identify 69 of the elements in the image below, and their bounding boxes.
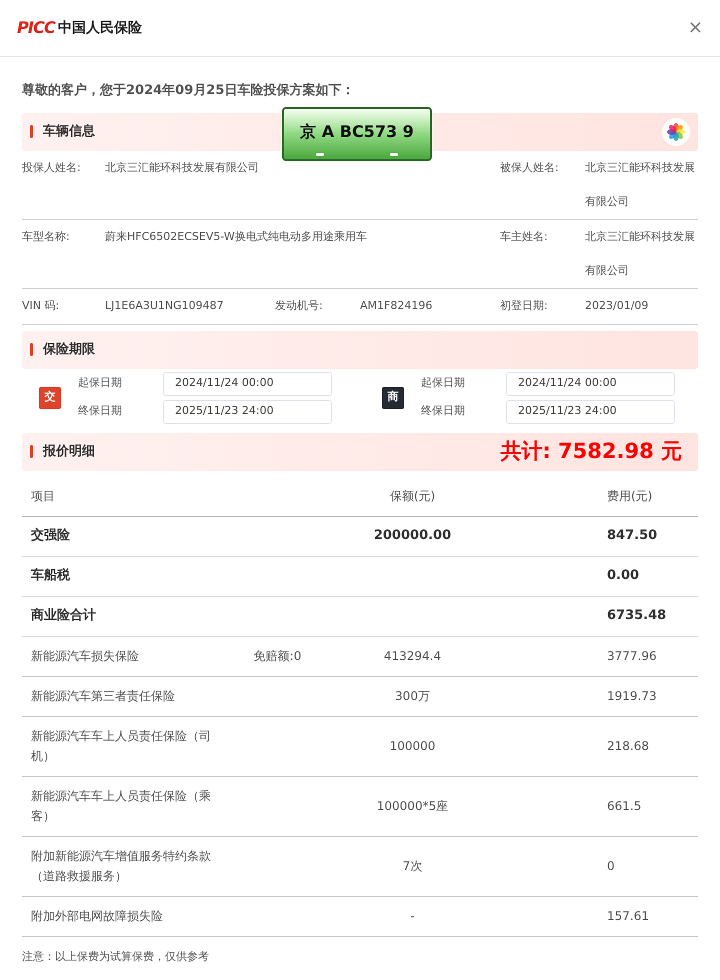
logo-mark: PICC — [17, 17, 55, 39]
field-value: 北京三汇能环科技发展有限公司 — [105, 160, 259, 176]
photos-icon[interactable] — [662, 118, 690, 146]
item-cell-text: 新能源汽车车上人员责任保险（乘客） — [30, 788, 212, 825]
item-cell-text: 新能源汽车损失保险 — [30, 648, 140, 665]
accent-bar-icon — [30, 125, 33, 138]
total-amount: 共计: 7582.98 元 — [500, 438, 682, 465]
license-plate: 京 A BC573 9 — [282, 106, 432, 160]
field-value: 蔚来HFC6502ECSEV5-W换电式纯电动多用途乘用车 — [105, 228, 367, 244]
item-cell-text: 商业险合计 — [30, 606, 97, 625]
deductible-cell-text: 免赔额:0 — [252, 648, 302, 665]
item-cell-text: 附加外部电网故障损失险 — [30, 908, 164, 925]
field-value: 2023/01/09 — [585, 298, 650, 314]
field-label: 车型名称: — [22, 228, 71, 244]
amount-cell-text: 413294.4 — [382, 648, 442, 665]
amount-cell-text: - — [409, 908, 416, 925]
logo-text: 中国人民保险 — [58, 18, 142, 38]
greeting-text: 尊敬的客户，您于2024年09月25日车险投保方案如下： — [22, 82, 356, 100]
fee-cell-text: 6735.48 — [606, 607, 668, 626]
date-field[interactable]: 2024/11/24 00:00 — [163, 372, 332, 396]
section-title: 车辆信息 — [43, 122, 95, 141]
column-header: 保额(元) — [388, 488, 436, 505]
field-label: 被保人姓名: — [500, 160, 560, 176]
date-label: 起保日期 — [421, 375, 466, 392]
field-label: 车主姓名: — [500, 228, 549, 244]
date-label: 终保日期 — [78, 403, 123, 420]
accent-bar-icon — [30, 445, 33, 458]
column-header: 费用(元) — [606, 488, 654, 505]
column-header: 项目 — [30, 488, 56, 505]
field-label: 初登日期: — [500, 298, 549, 314]
amount-cell-text: 100000*5座 — [376, 798, 450, 815]
bolt-icon — [316, 152, 324, 156]
policy-badge: 交 — [39, 386, 61, 408]
item-cell-text: 新能源汽车车上人员责任保险（司机） — [30, 728, 212, 765]
date-label: 起保日期 — [78, 375, 123, 392]
accent-bar-icon — [30, 343, 33, 356]
amount-cell-text: 200000.00 — [372, 527, 452, 546]
date-label: 终保日期 — [421, 403, 466, 420]
amount-cell-text: 300万 — [394, 688, 431, 705]
item-cell-text: 交强险 — [30, 526, 71, 545]
date-field[interactable]: 2025/11/23 24:00 — [163, 400, 332, 424]
field-value: AM1F824196 — [360, 298, 434, 314]
item-cell-text: 新能源汽车第三者责任保险 — [30, 688, 176, 705]
field-value: 北京三汇能环科技发展有限公司 — [585, 160, 696, 210]
fee-cell-text: 218.68 — [606, 738, 650, 755]
item-cell-text: 附加新能源汽车增值服务特约条款（道路救援服务） — [30, 848, 212, 885]
fee-cell-text: 661.5 — [606, 798, 642, 815]
close-button[interactable]: × — [688, 19, 703, 37]
bolt-icon — [390, 152, 398, 156]
item-cell-text: 车船税 — [30, 566, 71, 585]
section-title: 报价明细 — [43, 442, 95, 461]
date-field[interactable]: 2024/11/24 00:00 — [506, 372, 675, 396]
fee-cell-text: 847.50 — [606, 527, 658, 546]
amount-cell-text: 7次 — [402, 858, 424, 875]
field-label: 投保人姓名: — [22, 160, 82, 176]
note-text: 注意：以上保费为试算保费，仅供参考 — [22, 948, 210, 964]
field-value: 北京三汇能环科技发展有限公司 — [585, 228, 696, 278]
fee-cell-text: 0 — [606, 858, 616, 875]
fee-cell-text: 1919.73 — [606, 688, 658, 705]
field-label: VIN 码: — [22, 298, 60, 314]
field-value: LJ1E6A3U1NG109487 — [105, 298, 225, 314]
fee-cell-text: 0.00 — [606, 567, 640, 586]
amount-cell-text: 100000 — [388, 738, 436, 755]
fee-cell-text: 157.61 — [606, 908, 650, 925]
policy-badge: 商 — [382, 386, 404, 408]
date-field[interactable]: 2025/11/23 24:00 — [506, 400, 675, 424]
field-label: 发动机号: — [275, 298, 324, 314]
section-title: 保险期限 — [43, 340, 95, 359]
fee-cell-text: 3777.96 — [606, 648, 658, 665]
